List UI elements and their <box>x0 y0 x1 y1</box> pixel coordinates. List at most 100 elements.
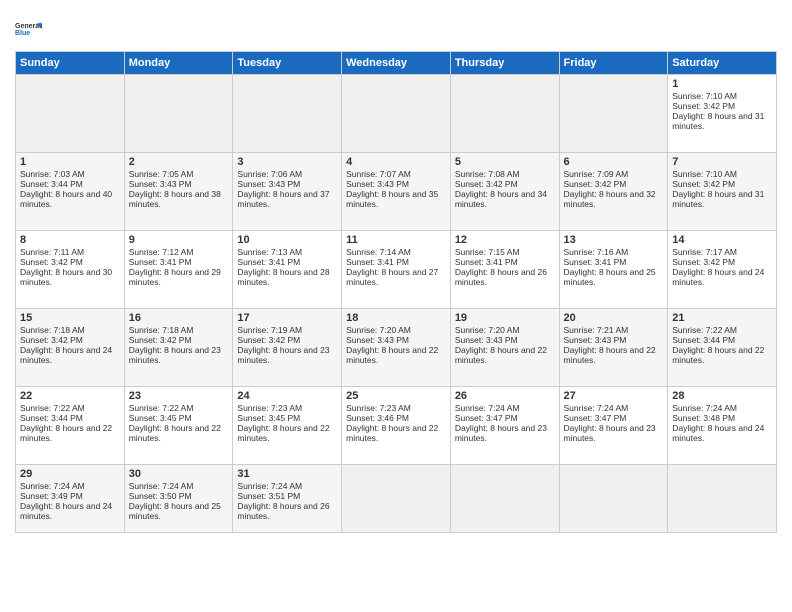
calendar-cell <box>342 465 451 533</box>
daylight-text: Daylight: 8 hours and 25 minutes. <box>129 501 221 521</box>
day-number: 9 <box>129 234 229 246</box>
day-number: 4 <box>346 156 446 168</box>
day-header-monday: Monday <box>124 52 233 75</box>
day-number: 17 <box>237 312 337 324</box>
calendar-cell: 20Sunrise: 7:21 AMSunset: 3:43 PMDayligh… <box>559 309 668 387</box>
sunset-text: Sunset: 3:42 PM <box>672 179 735 189</box>
sunrise-text: Sunrise: 7:08 AM <box>455 169 520 179</box>
daylight-text: Daylight: 8 hours and 31 minutes. <box>672 189 764 209</box>
day-number: 3 <box>237 156 337 168</box>
week-row-4: 15Sunrise: 7:18 AMSunset: 3:42 PMDayligh… <box>16 309 777 387</box>
daylight-text: Daylight: 8 hours and 22 minutes. <box>346 423 438 443</box>
calendar-cell <box>342 75 451 153</box>
day-number: 29 <box>20 468 120 480</box>
header: General Blue <box>15 15 777 43</box>
calendar-cell: 17Sunrise: 7:19 AMSunset: 3:42 PMDayligh… <box>233 309 342 387</box>
calendar-cell: 28Sunrise: 7:24 AMSunset: 3:48 PMDayligh… <box>668 387 777 465</box>
sunrise-text: Sunrise: 7:22 AM <box>672 325 737 335</box>
sunrise-text: Sunrise: 7:20 AM <box>455 325 520 335</box>
calendar-cell: 29Sunrise: 7:24 AMSunset: 3:49 PMDayligh… <box>16 465 125 533</box>
day-header-saturday: Saturday <box>668 52 777 75</box>
day-number: 23 <box>129 390 229 402</box>
sunset-text: Sunset: 3:43 PM <box>129 179 192 189</box>
day-number: 28 <box>672 390 772 402</box>
daylight-text: Daylight: 8 hours and 23 minutes. <box>237 345 329 365</box>
sunset-text: Sunset: 3:41 PM <box>455 257 518 267</box>
sunrise-text: Sunrise: 7:24 AM <box>564 403 629 413</box>
daylight-text: Daylight: 8 hours and 26 minutes. <box>237 501 329 521</box>
sunset-text: Sunset: 3:45 PM <box>129 413 192 423</box>
week-row-5: 22Sunrise: 7:22 AMSunset: 3:44 PMDayligh… <box>16 387 777 465</box>
sunrise-text: Sunrise: 7:11 AM <box>20 247 84 257</box>
week-row-1: 1Sunrise: 7:10 AMSunset: 3:42 PMDaylight… <box>16 75 777 153</box>
sunset-text: Sunset: 3:41 PM <box>237 257 300 267</box>
sunrise-text: Sunrise: 7:23 AM <box>237 403 302 413</box>
calendar-cell <box>559 75 668 153</box>
calendar-cell: 25Sunrise: 7:23 AMSunset: 3:46 PMDayligh… <box>342 387 451 465</box>
sunset-text: Sunset: 3:42 PM <box>129 335 192 345</box>
sunrise-text: Sunrise: 7:13 AM <box>237 247 302 257</box>
daylight-text: Daylight: 8 hours and 22 minutes. <box>564 345 656 365</box>
calendar-cell: 6Sunrise: 7:09 AMSunset: 3:42 PMDaylight… <box>559 153 668 231</box>
day-number: 14 <box>672 234 772 246</box>
day-number: 12 <box>455 234 555 246</box>
sunrise-text: Sunrise: 7:12 AM <box>129 247 194 257</box>
day-number: 5 <box>455 156 555 168</box>
day-number: 22 <box>20 390 120 402</box>
sunset-text: Sunset: 3:42 PM <box>672 101 735 111</box>
calendar-cell: 8Sunrise: 7:11 AMSunset: 3:42 PMDaylight… <box>16 231 125 309</box>
calendar-cell: 10Sunrise: 7:13 AMSunset: 3:41 PMDayligh… <box>233 231 342 309</box>
sunrise-text: Sunrise: 7:10 AM <box>672 169 737 179</box>
sunset-text: Sunset: 3:43 PM <box>455 335 518 345</box>
day-number: 25 <box>346 390 446 402</box>
daylight-text: Daylight: 8 hours and 38 minutes. <box>129 189 221 209</box>
sunset-text: Sunset: 3:44 PM <box>20 179 83 189</box>
daylight-text: Daylight: 8 hours and 22 minutes. <box>455 345 547 365</box>
daylight-text: Daylight: 8 hours and 26 minutes. <box>455 267 547 287</box>
day-number: 1 <box>672 78 772 90</box>
sunrise-text: Sunrise: 7:23 AM <box>346 403 411 413</box>
daylight-text: Daylight: 8 hours and 24 minutes. <box>672 267 764 287</box>
daylight-text: Daylight: 8 hours and 24 minutes. <box>20 501 112 521</box>
sunset-text: Sunset: 3:42 PM <box>672 257 735 267</box>
sunset-text: Sunset: 3:41 PM <box>129 257 192 267</box>
daylight-text: Daylight: 8 hours and 22 minutes. <box>20 423 112 443</box>
daylight-text: Daylight: 8 hours and 40 minutes. <box>20 189 112 209</box>
sunrise-text: Sunrise: 7:09 AM <box>564 169 629 179</box>
week-row-2: 1Sunrise: 7:03 AMSunset: 3:44 PMDaylight… <box>16 153 777 231</box>
sunrise-text: Sunrise: 7:24 AM <box>129 481 194 491</box>
sunset-text: Sunset: 3:42 PM <box>237 335 300 345</box>
sunset-text: Sunset: 3:43 PM <box>346 335 409 345</box>
calendar-cell: 14Sunrise: 7:17 AMSunset: 3:42 PMDayligh… <box>668 231 777 309</box>
sunset-text: Sunset: 3:42 PM <box>455 179 518 189</box>
sunset-text: Sunset: 3:42 PM <box>20 335 83 345</box>
sunset-text: Sunset: 3:41 PM <box>564 257 627 267</box>
calendar-cell <box>668 465 777 533</box>
calendar-cell: 15Sunrise: 7:18 AMSunset: 3:42 PMDayligh… <box>16 309 125 387</box>
sunset-text: Sunset: 3:43 PM <box>564 335 627 345</box>
calendar-cell: 5Sunrise: 7:08 AMSunset: 3:42 PMDaylight… <box>450 153 559 231</box>
daylight-text: Daylight: 8 hours and 24 minutes. <box>672 423 764 443</box>
day-number: 18 <box>346 312 446 324</box>
calendar-cell: 11Sunrise: 7:14 AMSunset: 3:41 PMDayligh… <box>342 231 451 309</box>
calendar-cell: 1Sunrise: 7:03 AMSunset: 3:44 PMDaylight… <box>16 153 125 231</box>
day-number: 7 <box>672 156 772 168</box>
logo-icon: General Blue <box>15 15 43 43</box>
sunset-text: Sunset: 3:51 PM <box>237 491 300 501</box>
sunrise-text: Sunrise: 7:17 AM <box>672 247 737 257</box>
calendar-cell <box>450 465 559 533</box>
sunrise-text: Sunrise: 7:05 AM <box>129 169 194 179</box>
day-number: 30 <box>129 468 229 480</box>
page: General Blue SundayMondayTuesdayWednesda… <box>0 0 792 612</box>
sunrise-text: Sunrise: 7:20 AM <box>346 325 411 335</box>
day-number: 27 <box>564 390 664 402</box>
sunset-text: Sunset: 3:42 PM <box>20 257 83 267</box>
sunrise-text: Sunrise: 7:10 AM <box>672 91 737 101</box>
calendar-cell <box>124 75 233 153</box>
sunset-text: Sunset: 3:45 PM <box>237 413 300 423</box>
calendar-cell: 22Sunrise: 7:22 AMSunset: 3:44 PMDayligh… <box>16 387 125 465</box>
daylight-text: Daylight: 8 hours and 35 minutes. <box>346 189 438 209</box>
daylight-text: Daylight: 8 hours and 27 minutes. <box>346 267 438 287</box>
sunrise-text: Sunrise: 7:18 AM <box>129 325 194 335</box>
day-number: 16 <box>129 312 229 324</box>
